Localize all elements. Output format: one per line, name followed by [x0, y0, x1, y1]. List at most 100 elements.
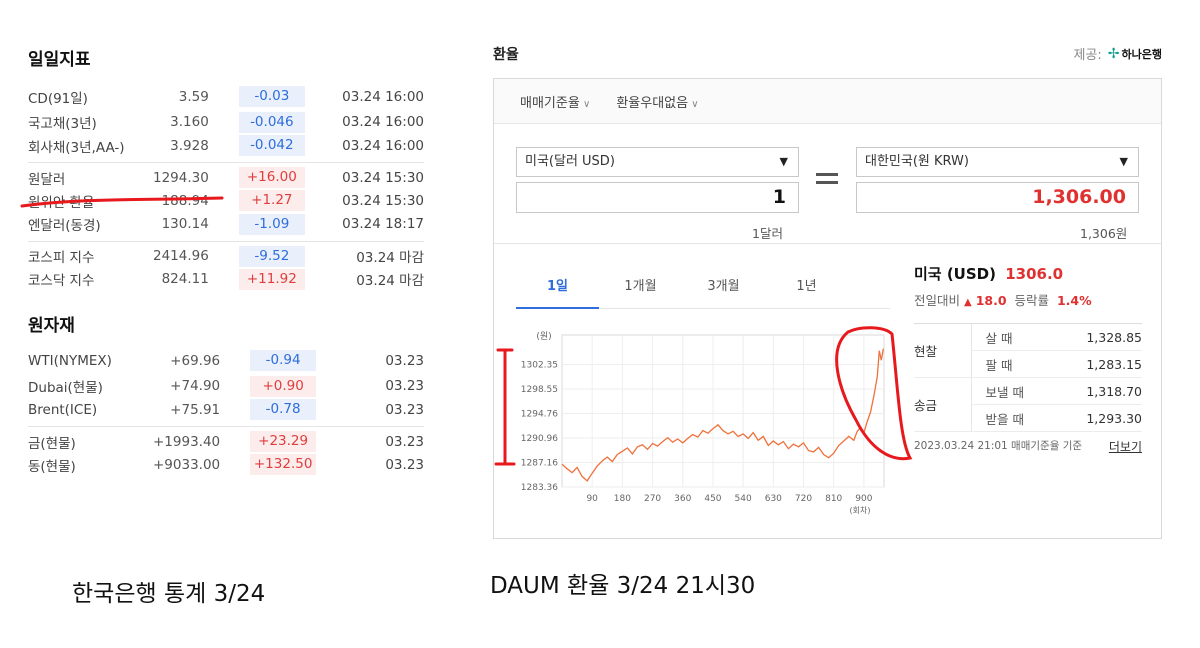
y-tick-label: 1294.76 — [521, 409, 558, 419]
indicator-time: 03.23 — [318, 426, 424, 452]
change-badge: -9.52 — [238, 245, 305, 267]
provider: 제공: ✢ 하나은행 — [1073, 44, 1162, 64]
rate-info: 미국 (USD) 1306.0 전일대비 ▲ 18.0 등락률 1.4% 현찰 … — [914, 263, 1142, 455]
country-label: 미국 (USD) — [914, 265, 996, 283]
to-currency-select[interactable]: 대한민국(원 KRW) ▼ — [856, 147, 1139, 177]
indicator-change: -0.042 — [237, 135, 307, 163]
table-row[interactable]: 코스피 지수 2414.96 -9.52 03.24 마감 — [28, 240, 424, 267]
table-row[interactable]: 엔달러(동경) 130.14 -1.09 03.24 18:17 — [28, 213, 424, 242]
chevron-down-icon: ▼ — [1119, 155, 1128, 168]
indicator-change: +23.29 — [248, 426, 319, 452]
indicator-name: CD(91일) — [28, 90, 88, 107]
tab-1day[interactable]: 1일 — [516, 271, 599, 309]
to-amount-output[interactable]: 1,306.00 — [856, 182, 1139, 213]
table-row[interactable]: 원위안 환율 188.94 +1.27 03.24 15:30 — [28, 188, 424, 214]
x-tick-label: 540 — [735, 494, 752, 504]
table-row[interactable]: Brent(ICE) +75.91 -0.78 03.23 — [28, 399, 424, 427]
change-badge: +132.50 — [250, 454, 317, 476]
indicator-time: 03.24 16:00 — [342, 114, 424, 131]
change-badge: -0.042 — [238, 135, 305, 156]
indicator-time: 03.24 18:17 — [342, 216, 424, 232]
table-row[interactable]: CD(91일) 3.59 -0.03 03.24 16:00 — [28, 84, 424, 110]
equals-icon — [816, 173, 838, 189]
group-remit: 송금 — [914, 377, 972, 432]
tab-1year[interactable]: 1년 — [765, 271, 848, 308]
indicator-change: -0.78 — [248, 399, 318, 427]
indicator-time: 03.24 16:00 — [342, 88, 424, 105]
tab-3month[interactable]: 3개월 — [682, 271, 765, 308]
triangle-up-icon: ▲ — [964, 297, 972, 308]
x-tick-label: 180 — [614, 494, 631, 504]
indicator-change: -0.94 — [248, 348, 318, 374]
x-tick-label: 270 — [644, 494, 661, 504]
commodities-table: WTI(NYMEX) +69.96 -0.94 03.23 Dubai(현물) +74.9… — [28, 348, 424, 478]
section-title-commodities: 원자재 — [28, 316, 75, 336]
indicator-change: -0.03 — [237, 84, 307, 110]
indicator-name: 코스닥 지수 — [28, 273, 95, 290]
more-link[interactable]: 더보기 — [1109, 438, 1142, 455]
prev-change: 18.0 — [975, 293, 1007, 308]
daily-indicators-table: CD(91일) 3.59 -0.03 03.24 16:00 국고채(3년) 3.160 -… — [28, 84, 424, 292]
table-row[interactable]: 금(현물) +1993.40 +23.29 03.23 — [28, 426, 424, 452]
rates-table: 현찰 살 때 1,328.85 팔 때 1,283.15 송금 보낼 때 1,3… — [914, 323, 1142, 432]
table-row: 송금 보낼 때 1,318.70 — [914, 377, 1142, 432]
change-badge: -1.09 — [238, 213, 305, 235]
indicator-value: 188.94 — [161, 192, 209, 209]
row-label: 팔 때 — [971, 350, 1055, 378]
tab-1month[interactable]: 1개월 — [599, 271, 682, 308]
table-row[interactable]: 원달러 1294.30 +16.00 03.24 15:30 — [28, 162, 424, 188]
indicator-change: -9.52 — [236, 240, 307, 267]
x-tick-label: 720 — [795, 494, 812, 504]
row-label: 살 때 — [971, 323, 1055, 351]
provider-name: 하나은행 — [1121, 47, 1162, 61]
indicator-name: 회사채(3년,AA-) — [28, 139, 125, 156]
indicator-value: +69.96 — [170, 352, 221, 369]
indicator-name: 엔달러(동경) — [28, 218, 101, 234]
table-row[interactable]: 코스닥 지수 824.11 +11.92 03.24 마감 — [28, 267, 424, 293]
x-tick-label: 360 — [674, 494, 691, 504]
change-badge: +0.90 — [250, 375, 317, 397]
from-amount-input[interactable]: 1 — [516, 182, 799, 213]
indicator-time: 03.23 — [385, 352, 424, 369]
row-value: 1,318.70 — [1054, 377, 1142, 405]
caption-left: 한국은행 통계 3/24 — [72, 581, 266, 607]
caption-right: DAUM 환율 3/24 21시30 — [490, 573, 756, 599]
table-row[interactable]: WTI(NYMEX) +69.96 -0.94 03.23 — [28, 348, 424, 374]
table-row[interactable]: 동(현물) +9033.00 +132.50 03.23 — [28, 452, 424, 478]
footline: 2023.03.24 21:01 매매기준율 기준 더보기 — [914, 438, 1142, 455]
table-row[interactable]: Dubai(현물) +74.90 +0.90 03.23 — [28, 374, 424, 400]
group-cash: 현찰 — [914, 323, 972, 378]
y-tick-label: 1298.55 — [521, 385, 558, 395]
from-currency-select[interactable]: 미국(달러 USD) ▼ — [516, 147, 799, 177]
x-tick-label: 810 — [825, 494, 842, 504]
table-row[interactable]: 국고채(3년) 3.160 -0.046 03.24 16:00 — [28, 110, 424, 136]
indicator-change: -1.09 — [237, 213, 307, 242]
preference-dropdown[interactable]: 환율우대없음 — [616, 92, 698, 111]
indicator-name: 원달러 — [28, 162, 153, 188]
table-row[interactable]: 회사채(3년,AA-) 3.928 -0.042 03.24 16:00 — [28, 135, 424, 163]
indicator-change: -0.046 — [237, 110, 307, 136]
x-tick-label: 630 — [765, 494, 782, 504]
indicator-time: 03.23 — [385, 378, 424, 395]
rate-type-dropdown[interactable]: 매매기준율 — [520, 92, 590, 111]
row-value: 1,328.85 — [1054, 323, 1142, 351]
indicator-name: 코스피 지수 — [28, 240, 153, 267]
indicator-time: 03.24 15:30 — [306, 162, 424, 188]
change-badge: -0.78 — [250, 399, 317, 420]
from-currency-label: 미국(달러 USD) — [525, 154, 615, 169]
timestamp: 2023.03.24 21:01 매매기준율 기준 — [914, 440, 1083, 452]
indicator-value: +75.91 — [170, 401, 221, 418]
from-amount-text: 1달러 — [752, 226, 783, 241]
current-rate: 1306.0 — [1005, 265, 1064, 283]
provider-label: 제공: — [1073, 48, 1102, 63]
indicator-time: 03.23 — [385, 456, 424, 473]
section-title-daily: 일일지표 — [28, 50, 91, 70]
option-bar: 매매기준율 환율우대없음 — [494, 79, 1161, 124]
rate-pct-label: 등락률 — [1014, 293, 1049, 308]
x-axis-label: (회차) — [850, 506, 871, 515]
indicator-value: 3.928 — [170, 137, 209, 154]
hana-bank-logo[interactable]: ✢ 하나은행 — [1108, 46, 1162, 62]
indicator-change: +1.27 — [237, 188, 307, 214]
indicator-name: 동(현물) — [28, 458, 76, 475]
indicator-time: 03.24 16:00 — [342, 137, 424, 154]
